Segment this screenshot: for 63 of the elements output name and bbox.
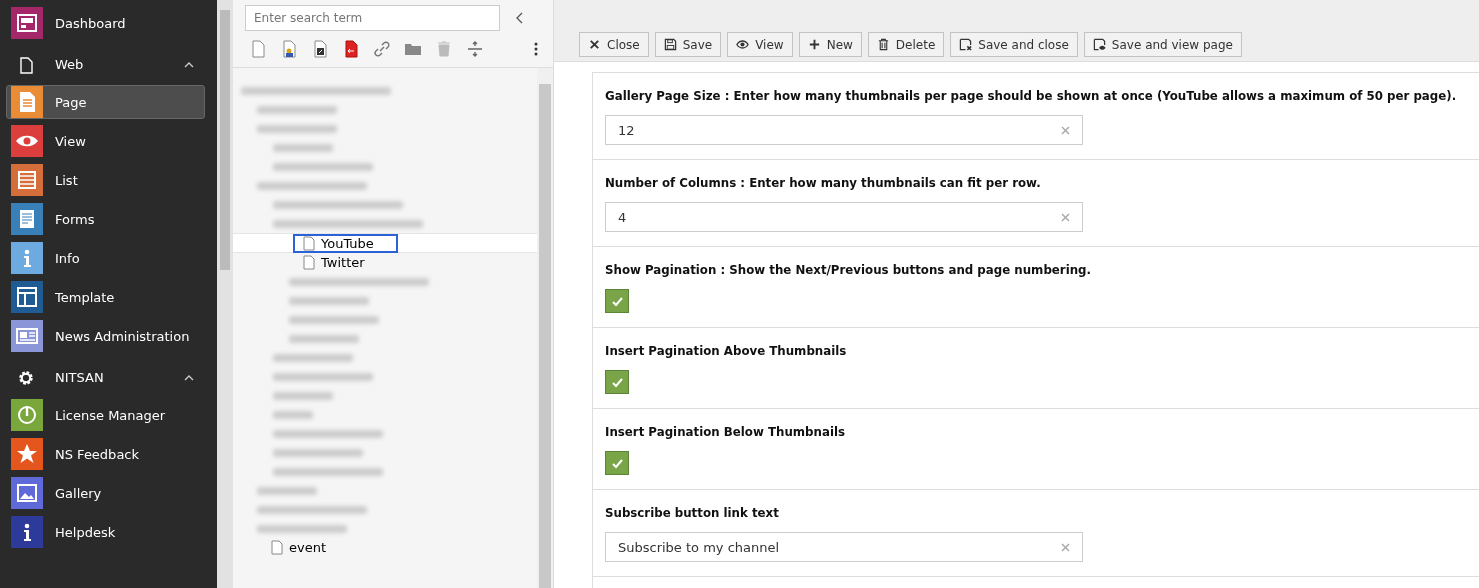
scrollbar-thumb[interactable] bbox=[220, 10, 230, 270]
plus-icon bbox=[807, 38, 821, 51]
text-field[interactable]: 4 bbox=[605, 202, 1083, 232]
checkbox[interactable] bbox=[605, 451, 629, 475]
module-menu-item[interactable]: News Administration bbox=[6, 319, 205, 353]
blurred-tree-item bbox=[289, 334, 359, 343]
text-field[interactable]: Subscribe to my channel bbox=[605, 532, 1083, 562]
page-external-icon[interactable] bbox=[342, 40, 360, 58]
blurred-tree-item bbox=[273, 143, 333, 152]
module-menu-item[interactable]: View bbox=[6, 124, 205, 158]
toolbar-button[interactable]: Save and close bbox=[950, 32, 1078, 57]
page-shortcut-icon[interactable] bbox=[311, 40, 329, 58]
text-field[interactable]: 12 bbox=[605, 115, 1083, 145]
checkbox[interactable] bbox=[605, 370, 629, 394]
clear-icon[interactable] bbox=[1061, 212, 1070, 222]
link-icon[interactable] bbox=[373, 40, 391, 58]
module-menu-item[interactable]: Template bbox=[6, 280, 205, 314]
module-menu-item[interactable]: Info bbox=[6, 241, 205, 275]
eye-icon bbox=[736, 38, 750, 51]
blurred-tree-item bbox=[273, 410, 313, 419]
field-label: Number of Columns : Enter how many thumbnails can fit per row. bbox=[605, 176, 1042, 190]
blurred-tree-item bbox=[257, 486, 317, 495]
toolbar-button[interactable]: Close bbox=[579, 32, 649, 57]
module-menu-item[interactable]: NS Feedback bbox=[6, 437, 205, 471]
module-menu-item[interactable]: Helpdesk bbox=[6, 515, 205, 549]
settings-icon bbox=[17, 368, 35, 387]
field-label: Insert Pagination Above Thumbnails bbox=[605, 344, 848, 358]
toolbar-button[interactable]: New bbox=[798, 32, 862, 57]
clear-icon[interactable] bbox=[1061, 542, 1070, 552]
trash-icon bbox=[876, 38, 890, 51]
field-label: Subscribe button link text bbox=[605, 506, 780, 520]
toolbar-button[interactable]: Save bbox=[654, 32, 722, 57]
floppy-disk-icon bbox=[959, 38, 973, 51]
clear-icon[interactable] bbox=[1061, 125, 1070, 135]
page-tree-item[interactable]: YouTube bbox=[293, 233, 398, 253]
module-menu-item[interactable]: Gallery bbox=[6, 476, 205, 510]
toolbar-button[interactable]: View bbox=[727, 32, 793, 57]
page-icon bbox=[17, 55, 35, 74]
floppy-disk-icon bbox=[1092, 38, 1106, 51]
field-label: Gallery Page Size : Enter how many thumbnails per page should be shown at once (YouTube allows a maximum of 50 per page). bbox=[605, 89, 1458, 103]
page-icon bbox=[271, 540, 283, 555]
module-menu-item[interactable]: Forms bbox=[6, 202, 205, 236]
module-menu-item[interactable]: License Manager bbox=[6, 398, 205, 432]
menu-group-label[interactable]: Web bbox=[55, 57, 183, 72]
page-user-icon[interactable] bbox=[280, 40, 298, 58]
page-tree-item[interactable]: event bbox=[261, 538, 351, 557]
toolbar-button[interactable]: Delete bbox=[867, 32, 945, 57]
more-icon[interactable] bbox=[533, 40, 539, 58]
page-tree-item[interactable]: Twitter bbox=[293, 253, 389, 272]
module-menu-item[interactable]: Dashboard bbox=[6, 6, 205, 40]
menu-group-label[interactable]: NITSAN bbox=[55, 370, 183, 385]
module-menu-item[interactable]: List bbox=[6, 163, 205, 197]
search-field[interactable]: Enter search term bbox=[245, 5, 500, 31]
divider-icon[interactable] bbox=[466, 40, 484, 58]
field-label: Show Pagination : Show the Next/Previous buttons and page numbering. bbox=[605, 263, 1092, 277]
close-icon bbox=[588, 38, 601, 51]
scrollbar-thumb[interactable] bbox=[539, 84, 551, 588]
module-menu-item[interactable]: Page bbox=[6, 85, 205, 119]
toolbar-button[interactable]: Save and view page bbox=[1083, 32, 1242, 57]
checkbox[interactable] bbox=[605, 289, 629, 313]
blurred-tree-item bbox=[273, 391, 333, 400]
page-icon bbox=[303, 255, 315, 270]
field-label: Insert Pagination Below Thumbnails bbox=[605, 425, 846, 439]
